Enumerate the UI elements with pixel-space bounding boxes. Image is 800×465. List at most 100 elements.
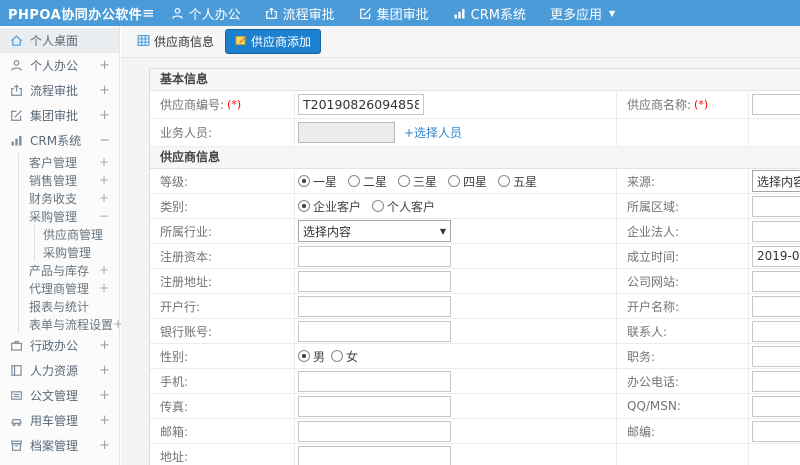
topnav-item-personal-office[interactable]: 个人办公 (171, 4, 241, 23)
expand-icon[interactable]: + (99, 263, 109, 277)
email-input[interactable] (298, 420, 451, 442)
sidebar-item-reports-stats[interactable]: 报表与统计 (19, 297, 119, 315)
expand-icon[interactable]: + (99, 58, 110, 73)
collapse-icon[interactable]: − (99, 209, 109, 223)
sidebar-item-agent-mgmt[interactable]: 代理商管理 + (19, 279, 119, 297)
chart-icon (10, 134, 24, 147)
radio-option-individual[interactable]: 个人客户 (372, 198, 435, 215)
tab-supplier-info[interactable]: 供应商信息 (135, 30, 216, 53)
sidebar-item-sales-mgmt[interactable]: 销售管理 + (19, 171, 119, 189)
address-input[interactable] (298, 445, 451, 465)
qq-msn-input[interactable] (752, 395, 800, 417)
sidebar-item-customer-mgmt[interactable]: 客户管理 + (19, 153, 119, 171)
industry-select[interactable]: 选择内容 ▼ (298, 220, 451, 242)
empty-cell (749, 119, 800, 146)
tab-bar: 供应商信息 供应商添加 (121, 26, 800, 58)
archive-icon (10, 439, 24, 452)
expand-icon[interactable]: + (99, 191, 109, 205)
user-icon (10, 59, 24, 72)
mobile-input[interactable] (298, 370, 451, 392)
supplier-no-input[interactable] (298, 94, 424, 115)
empty-cell (617, 444, 749, 465)
sidebar-item-group-approval[interactable]: 集团审批 + (0, 103, 119, 128)
sidebar-item-finance[interactable]: 财务收支 + (19, 189, 119, 207)
radio-icon (398, 175, 411, 187)
select-person-link[interactable]: +选择人员 (404, 124, 462, 141)
radio-option-one-star[interactable]: 一星 (298, 173, 337, 190)
founded-date-input[interactable] (752, 245, 800, 267)
office-phone-input[interactable] (752, 370, 800, 392)
field-label: 地址: (150, 444, 295, 465)
collapse-icon[interactable]: − (99, 133, 110, 148)
caret-down-icon: ▼ (608, 8, 616, 18)
field-label: 开户行: (150, 294, 295, 318)
source-select[interactable]: 选择内容▼ (752, 170, 800, 192)
sidebar-item-workflow-approval[interactable]: 流程审批 + (0, 78, 119, 103)
form-row: 邮箱: 邮编: (150, 419, 800, 444)
form-row: 类别: 企业客户 个人客户 所属区域: (150, 194, 800, 219)
form-row: 所属行业: 选择内容 ▼ 企业法人: (150, 219, 800, 244)
contact-input[interactable] (752, 320, 800, 342)
topnav-item-crm[interactable]: CRM系统 (453, 4, 526, 23)
form-row: 手机: 办公电话: (150, 369, 800, 394)
supplier-name-input[interactable] (752, 94, 800, 115)
form-row: 开户行: 开户名称: (150, 294, 800, 319)
expand-icon[interactable]: + (99, 83, 110, 98)
radio-option-four-star[interactable]: 四星 (448, 173, 487, 190)
topnav-item-group-approval[interactable]: 集团审批 (359, 4, 429, 23)
form-row: 注册资本: 成立时间: (150, 244, 800, 269)
registered-capital-input[interactable] (298, 245, 451, 267)
sidebar-item-human-resources[interactable]: 人力资源 + (0, 358, 119, 383)
region-input[interactable] (752, 195, 800, 217)
position-input[interactable] (752, 345, 800, 367)
expand-icon[interactable]: + (99, 108, 110, 123)
website-input[interactable] (752, 270, 800, 292)
expand-icon[interactable]: + (99, 413, 110, 428)
expand-icon[interactable]: + (99, 438, 110, 453)
expand-icon[interactable]: + (99, 388, 110, 403)
sidebar-item-archive-mgmt[interactable]: 档案管理 + (0, 433, 119, 458)
radio-option-three-star[interactable]: 三星 (398, 173, 437, 190)
sidebar-item-personal-desktop[interactable]: 个人桌面 (0, 28, 119, 53)
sidebar-item-personal-office[interactable]: 个人办公 + (0, 53, 119, 78)
sidebar-item-purchase-mgmt[interactable]: 采购管理 − (19, 207, 119, 225)
tab-supplier-add[interactable]: 供应商添加 (225, 29, 322, 54)
field-label: 传真: (150, 394, 295, 418)
radio-icon (298, 175, 310, 187)
sidebar-item-supplier-mgmt[interactable]: 供应商管理 (35, 225, 119, 243)
radio-option-male[interactable]: 男 (298, 348, 325, 365)
registered-address-input[interactable] (298, 270, 451, 292)
fax-input[interactable] (298, 395, 451, 417)
expand-icon[interactable]: + (99, 281, 109, 295)
sidebar-item-crm[interactable]: CRM系统 − (0, 128, 119, 153)
radio-icon (372, 200, 385, 212)
field-label: 邮箱: (150, 419, 295, 443)
radio-option-two-star[interactable]: 二星 (348, 173, 387, 190)
crm-submenu: 客户管理 + 销售管理 + 财务收支 + 采购管理 − 供应商管理 采购管理 产… (18, 153, 123, 333)
radio-option-female[interactable]: 女 (331, 348, 358, 365)
bank-input[interactable] (298, 295, 451, 317)
radio-icon (348, 175, 361, 187)
sidebar-item-form-workflow-settings[interactable]: 表单与流程设置 + (19, 315, 123, 333)
expand-icon[interactable]: + (99, 155, 109, 169)
radio-option-enterprise[interactable]: 企业客户 (298, 198, 361, 215)
radio-option-five-star[interactable]: 五星 (498, 173, 537, 190)
sidebar-item-vehicle-mgmt[interactable]: 用车管理 + (0, 408, 119, 433)
topnav-item-more-apps[interactable]: 更多应用 ▼ (550, 4, 615, 23)
field-label: 等级: (150, 169, 295, 193)
hamburger-menu-icon[interactable]: ≡ (142, 5, 155, 21)
topnav-item-workflow-approval[interactable]: 流程审批 (265, 4, 335, 23)
legal-person-input[interactable] (752, 220, 800, 242)
bank-account-input[interactable] (298, 320, 451, 342)
account-name-input[interactable] (752, 295, 800, 317)
field-label: 供应商编号: (*) (150, 91, 295, 118)
expand-icon[interactable]: + (99, 173, 109, 187)
zip-input[interactable] (752, 420, 800, 442)
expand-icon[interactable]: + (99, 338, 110, 353)
sidebar-item-document-mgmt[interactable]: 公文管理 + (0, 383, 119, 408)
sidebar-item-purchasing[interactable]: 采购管理 (35, 243, 119, 261)
expand-icon[interactable]: + (99, 363, 110, 378)
select-arrow-icon: ▼ (439, 226, 446, 236)
sidebar-item-administration[interactable]: 行政办公 + (0, 333, 119, 358)
sidebar-item-product-inventory[interactable]: 产品与库存 + (19, 261, 119, 279)
